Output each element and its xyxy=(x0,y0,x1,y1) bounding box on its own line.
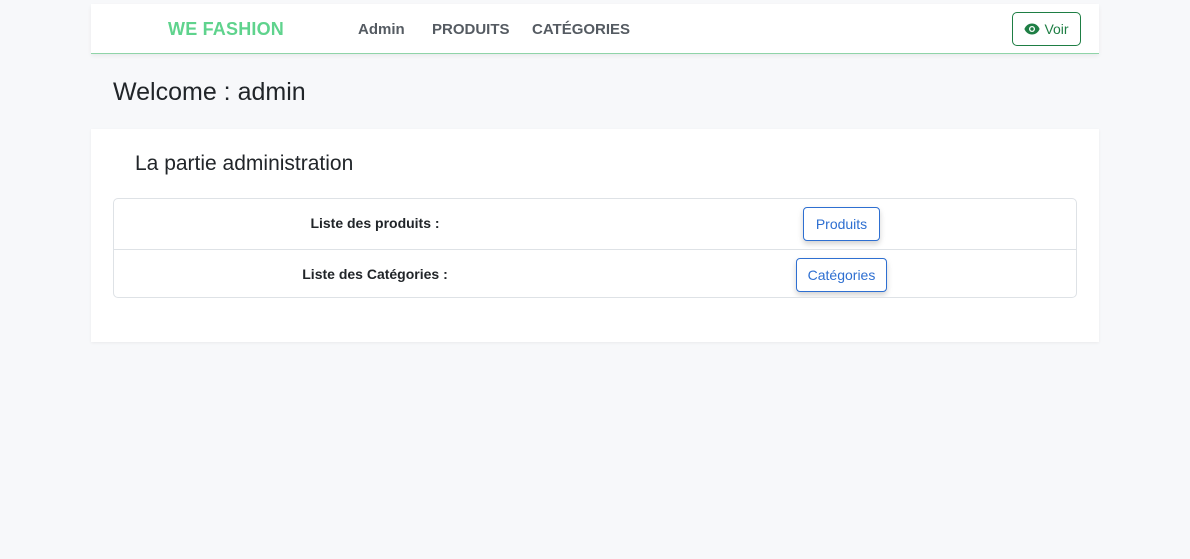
table-row-categories: Liste des Catégories : Catégories xyxy=(114,249,1076,297)
top-navbar: WE FASHION Admin PRODUITS CATÉGORIES Voi… xyxy=(91,4,1099,54)
welcome-heading: Welcome : admin xyxy=(113,78,306,106)
table-row-produits: Liste des produits : Produits xyxy=(114,199,1076,249)
row-label-categories: Liste des Catégories : xyxy=(302,266,448,282)
nav-link-admin[interactable]: Admin xyxy=(358,21,405,38)
voir-button-label: Voir xyxy=(1044,21,1069,37)
nav-link-categories[interactable]: CATÉGORIES xyxy=(532,21,630,38)
categories-button[interactable]: Catégories xyxy=(796,258,887,292)
admin-card: La partie administration Liste des produ… xyxy=(91,129,1099,342)
admin-table: Liste des produits : Produits Liste des … xyxy=(113,198,1077,298)
produits-button[interactable]: Produits xyxy=(803,207,880,241)
brand-logo-text[interactable]: WE FASHION xyxy=(168,19,284,40)
admin-card-title: La partie administration xyxy=(135,152,354,175)
voir-button[interactable]: Voir xyxy=(1012,12,1081,46)
eye-icon xyxy=(1024,23,1041,35)
nav-link-produits[interactable]: PRODUITS xyxy=(432,21,510,38)
row-label-produits: Liste des produits : xyxy=(310,215,440,231)
